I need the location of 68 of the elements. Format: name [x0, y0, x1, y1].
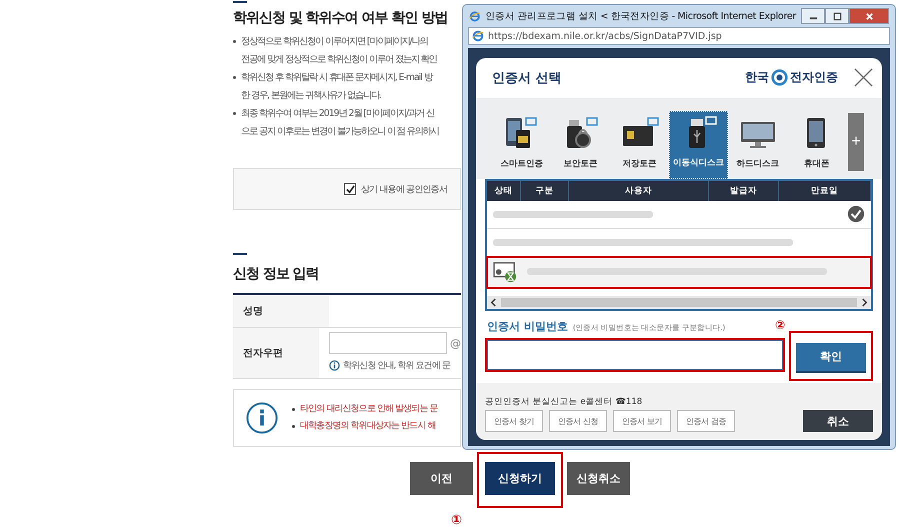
certificate-row[interactable]	[487, 256, 871, 288]
horizontal-scrollbar[interactable]	[487, 296, 871, 309]
step-number: ①	[451, 513, 462, 527]
maximize-icon	[832, 12, 842, 20]
browser-icon	[469, 10, 481, 22]
cancel-button[interactable]: 취소	[803, 410, 873, 432]
checkbox[interactable]	[344, 183, 356, 195]
cancel-button[interactable]: 신청취소	[567, 462, 630, 495]
close-button[interactable]	[849, 8, 889, 24]
section-heading: 신청 정보 입력	[233, 265, 319, 283]
certificate-tool-button[interactable]: 인증서 검증	[677, 410, 735, 432]
browser-icon	[472, 30, 484, 42]
info-text: 으로 공지 이후로는 변경이 불가능하오니 이 점 유의하시	[241, 125, 439, 139]
column-header: 구분	[521, 180, 569, 201]
info-icon	[246, 402, 278, 434]
storage-tab[interactable]: 이동식디스크	[669, 110, 728, 179]
info-text: 최종 학위수여 여부는 2019년 2월 [마이페이지/과거 신	[241, 107, 436, 121]
logo-text: 전자인증	[790, 69, 838, 86]
check-icon	[847, 205, 865, 224]
storage-tab[interactable]: 보안토큰	[551, 110, 610, 179]
form-label: 전자우편	[233, 328, 319, 378]
more-button[interactable]: +	[848, 112, 864, 171]
address-bar[interactable]: https://bdexam.nile.or.kr/acbs/SignDataP7VID.jsp	[468, 27, 890, 45]
submit-button[interactable]: 신청하기	[485, 462, 555, 495]
certificate-tool-button[interactable]: 인증서 신청	[549, 410, 607, 432]
warning-text: 대학총장명의 학위대상자는 반드시 해	[300, 420, 436, 433]
bullet-icon	[233, 40, 236, 43]
storage-tab[interactable]: 스마트인증	[492, 110, 551, 179]
column-header: 상태	[487, 180, 521, 201]
column-header: 만료일	[779, 180, 871, 201]
step-number: ②	[775, 318, 786, 331]
info-text: 전공에 맞게 정상적으로 학위신청이 이루어 졌는지 확인	[241, 53, 437, 67]
close-button[interactable]	[852, 66, 874, 89]
storage-tab[interactable]: 하드디스크	[728, 110, 787, 179]
hint-text: 학위신청 안내, 학위 요건에 문	[343, 360, 450, 372]
help-text: 공인인증서 분실신고는 e콜센터 ☎118	[485, 397, 642, 407]
info-text: 학위신청 후 학위탈락 시 휴대폰 문자메시지, E-mail 방	[241, 71, 432, 85]
dialog-title: 인증서 선택	[492, 70, 562, 87]
field-label: 인증서 비밀번호	[487, 318, 568, 334]
bullet-icon	[292, 408, 295, 411]
email-input[interactable]	[329, 332, 447, 354]
close-icon	[864, 12, 874, 20]
bullet-icon	[233, 112, 236, 115]
column-header: 사용자	[569, 180, 709, 201]
info-text: 한 경우, 본원에는 귀책사유가 없습니다.	[241, 89, 382, 103]
logo-icon	[771, 69, 788, 86]
warning-text: 타인의 대리신청으로 인해 발생되는 문	[300, 403, 438, 416]
certificate-icon	[493, 260, 519, 283]
at-sign: @	[450, 336, 461, 350]
logo-text: 한국	[745, 69, 769, 86]
previous-button[interactable]: 이전	[410, 462, 473, 495]
window-title: 인증서 관리프로그램 설치 < 한국전자인증 - Microsoft Internet Explorer	[486, 10, 796, 22]
storage-tab[interactable]: 휴대폰	[787, 110, 846, 179]
info-icon	[329, 360, 340, 371]
section-heading: 학위신청 및 학위수여 여부 확인 방법	[233, 9, 448, 27]
storage-tab[interactable]: 저장토큰	[610, 110, 669, 179]
checkbox-label: 상기 내용에 공인인증서	[361, 184, 448, 196]
certificate-tool-button[interactable]: 인증서 보기	[613, 410, 671, 432]
maximize-button[interactable]	[825, 8, 849, 24]
form-label: 성명	[233, 295, 329, 327]
confirm-button[interactable]: 확인	[796, 342, 866, 373]
minimize-button[interactable]	[801, 8, 825, 24]
bullet-icon	[292, 425, 295, 428]
column-header: 발급자	[709, 180, 779, 201]
certificate-tool-button[interactable]: 인증서 찾기	[485, 410, 543, 432]
bullet-icon	[233, 76, 236, 79]
info-text: 정상적으로 학위신청이 이루어지면 [마이페이지/나의	[241, 35, 429, 49]
url-text: https://bdexam.nile.or.kr/acbs/SignDataP7VID.jsp	[488, 30, 722, 42]
